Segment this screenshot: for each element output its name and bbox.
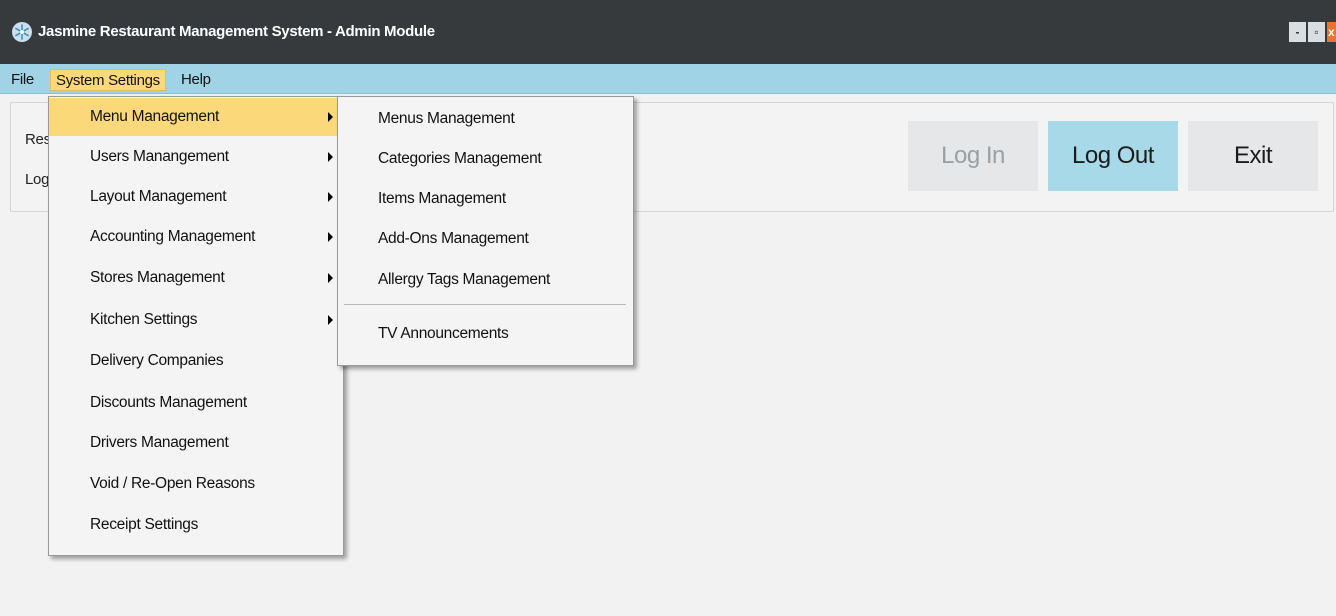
app-window: Jasmine Restaurant Management System - A…	[0, 0, 1336, 616]
close-button[interactable]: x	[1327, 22, 1336, 42]
menu-item-menu-management[interactable]: Menu Management	[49, 98, 343, 136]
menu-help[interactable]: Help	[176, 69, 216, 91]
menu-management-submenu: Menus Management Categories Management I…	[337, 96, 634, 366]
menu-item-label: Accounting Management	[90, 228, 256, 245]
submenu-item-label: Add-Ons Management	[378, 230, 529, 247]
menu-item-label: Layout Management	[90, 188, 227, 205]
menu-item-label: Discounts Management	[90, 394, 247, 411]
title-bar: Jasmine Restaurant Management System - A…	[0, 0, 1336, 64]
submenu-item-items-management[interactable]: Items Management	[338, 180, 633, 218]
panel-label-login: Log	[25, 171, 50, 188]
menu-file[interactable]: File	[6, 69, 39, 91]
menu-item-delivery-companies[interactable]: Delivery Companies	[49, 342, 343, 380]
submenu-arrow-icon	[328, 152, 333, 162]
menu-item-receipt-settings[interactable]: Receipt Settings	[49, 506, 343, 544]
submenu-separator	[344, 304, 626, 305]
submenu-arrow-icon	[328, 192, 333, 202]
window-title: Jasmine Restaurant Management System - A…	[38, 23, 435, 40]
menu-item-drivers-management[interactable]: Drivers Management	[49, 424, 343, 462]
menu-item-users-management[interactable]: Users Manangement	[49, 138, 343, 176]
menu-item-discounts-management[interactable]: Discounts Management	[49, 384, 343, 422]
maximize-button[interactable]: ▫	[1308, 22, 1325, 42]
menu-item-kitchen-settings[interactable]: Kitchen Settings	[49, 301, 343, 339]
submenu-arrow-icon	[328, 232, 333, 242]
submenu-item-allergy-tags-management[interactable]: Allergy Tags Management	[338, 261, 633, 299]
submenu-arrow-icon	[328, 315, 333, 325]
submenu-item-categories-management[interactable]: Categories Management	[338, 140, 633, 178]
menu-item-stores-management[interactable]: Stores Management	[49, 259, 343, 297]
menu-item-label: Stores Management	[90, 269, 225, 286]
menu-item-label: Users Manangement	[90, 148, 229, 165]
submenu-item-addons-management[interactable]: Add-Ons Management	[338, 220, 633, 258]
log-in-button[interactable]: Log In	[908, 121, 1038, 191]
menu-item-label: Menu Management	[90, 108, 220, 125]
menu-item-label: Delivery Companies	[90, 352, 224, 369]
log-out-button[interactable]: Log Out	[1048, 121, 1178, 191]
menu-item-label: Receipt Settings	[90, 516, 199, 533]
submenu-arrow-icon	[328, 273, 333, 283]
menu-item-void-reopen-reasons[interactable]: Void / Re-Open Reasons	[49, 465, 343, 503]
submenu-item-label: TV Announcements	[378, 325, 509, 342]
submenu-item-label: Allergy Tags Management	[378, 271, 551, 288]
menu-item-accounting-management[interactable]: Accounting Management	[49, 218, 343, 256]
exit-button[interactable]: Exit	[1188, 121, 1318, 191]
submenu-item-label: Menus Management	[378, 110, 515, 127]
menu-bar: File System Settings Help	[0, 64, 1336, 94]
menu-item-layout-management[interactable]: Layout Management	[49, 178, 343, 216]
menu-item-label: Drivers Management	[90, 434, 229, 451]
submenu-item-tv-announcements[interactable]: TV Announcements	[338, 315, 633, 353]
panel-label-restaurant: Res	[25, 131, 51, 148]
submenu-item-menus-management[interactable]: Menus Management	[338, 100, 633, 138]
menu-item-label: Kitchen Settings	[90, 311, 198, 328]
snowflake-icon	[12, 22, 32, 42]
minimize-button[interactable]: -	[1289, 22, 1306, 42]
submenu-arrow-icon	[328, 112, 333, 122]
submenu-item-label: Items Management	[378, 190, 506, 207]
menu-item-label: Void / Re-Open Reasons	[90, 475, 255, 492]
menu-system-settings[interactable]: System Settings	[50, 69, 166, 91]
submenu-item-label: Categories Management	[378, 150, 542, 167]
system-settings-menu: Menu Management Users Manangement Layout…	[48, 96, 344, 556]
